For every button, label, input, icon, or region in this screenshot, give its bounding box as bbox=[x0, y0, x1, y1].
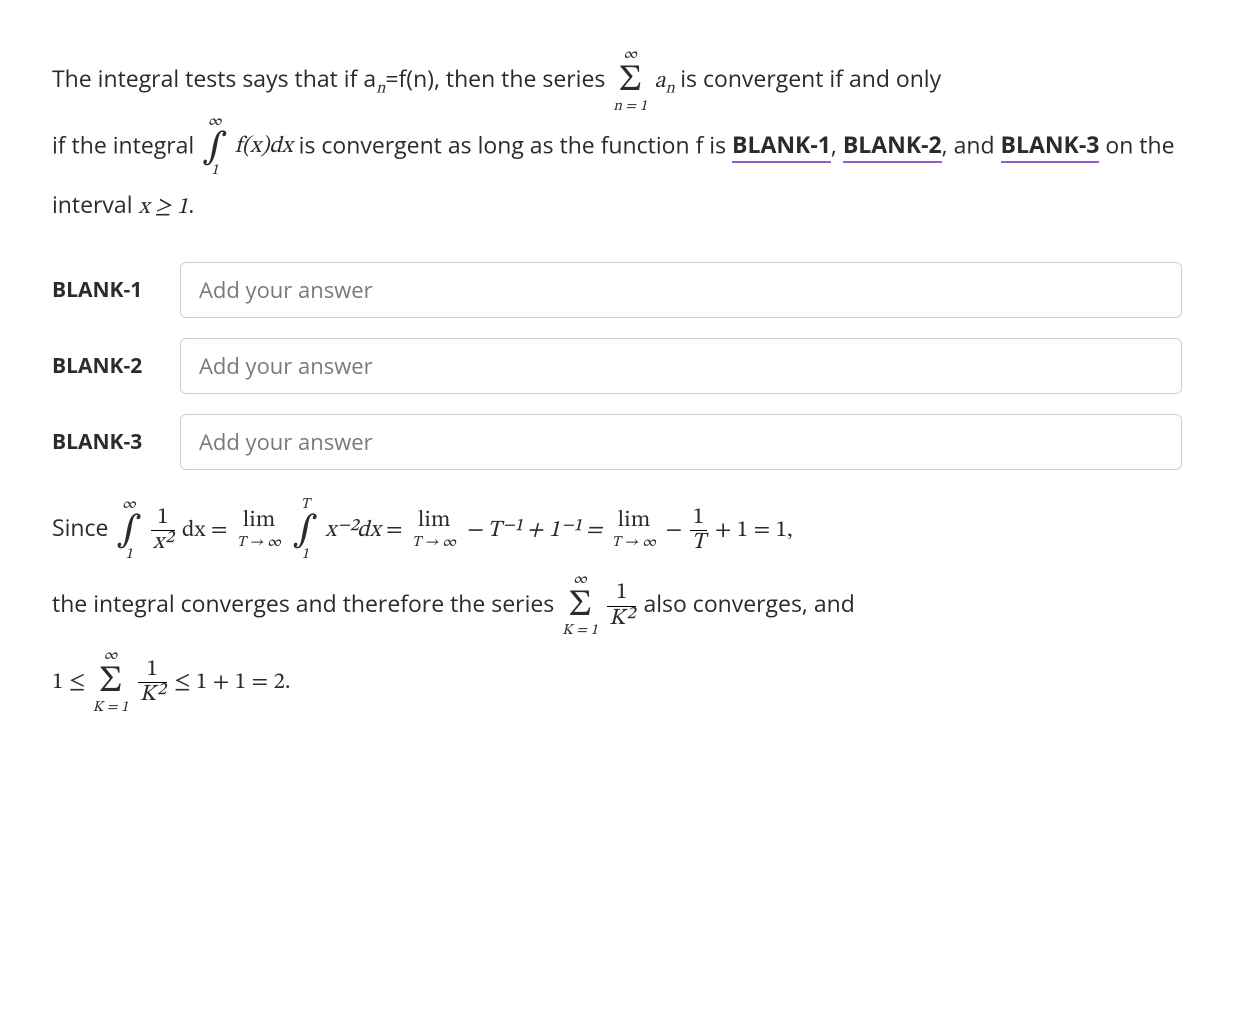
derivation-expr: ∞ ∫ 1 1 x² dx = lim T → ∞ T ∫ 1 x⁻²dx = … bbox=[114, 519, 792, 542]
sum-lower: n = 1 bbox=[613, 100, 647, 115]
integral-symbol: ∞ ∫ 1 bbox=[116, 498, 141, 563]
denominator: K² bbox=[607, 606, 636, 631]
blank-3-label: BLANK-3 bbox=[52, 419, 162, 465]
blank-3-input[interactable] bbox=[180, 414, 1182, 470]
integrand: x⁻²dx bbox=[325, 519, 380, 542]
sigma-icon: Σ bbox=[569, 588, 591, 625]
summation-symbol: ∞ Σ K = 1 bbox=[93, 649, 129, 716]
solution-line-3: 1 ≤ ∞ Σ K = 1 1 K² ≤ 1 + 1 = 2. bbox=[52, 649, 1182, 716]
bound-right: ≤ 1 + 1 = 2. bbox=[174, 671, 291, 694]
int-upper: T bbox=[301, 498, 310, 513]
summation-symbol: ∞ Σ n = 1 bbox=[613, 48, 647, 115]
numerator: 1 bbox=[157, 506, 168, 530]
minus: − bbox=[666, 519, 688, 542]
solution-line-2: the integral converges and therefore the… bbox=[52, 573, 1182, 640]
integral-icon: ∫ bbox=[293, 513, 318, 550]
blank-ref-1: BLANK-1 bbox=[732, 128, 831, 163]
text-fragment: the integral converges and therefore the… bbox=[52, 586, 560, 618]
int-upper: ∞ bbox=[122, 498, 136, 513]
lim-sub: T → ∞ bbox=[612, 536, 656, 551]
blank-2-label: BLANK-2 bbox=[52, 343, 162, 389]
integral-icon: ∫ bbox=[116, 513, 141, 550]
subscript: n bbox=[376, 80, 385, 96]
sum-term: an bbox=[655, 70, 675, 93]
blank-row-3: BLANK-3 bbox=[52, 414, 1182, 470]
math-inline: n bbox=[376, 70, 385, 93]
lim-sub: T → ∞ bbox=[237, 536, 281, 551]
blank-ref-3: BLANK-3 bbox=[1001, 128, 1100, 163]
text-fragment: is convergent if and only bbox=[680, 62, 941, 94]
bound-left: 1 ≤ bbox=[52, 671, 91, 694]
question-body: The integral tests says that if an=f(n),… bbox=[52, 48, 1182, 234]
numerator: 1 bbox=[693, 506, 704, 530]
mid-expr: − T⁻¹ + 1⁻¹ = bbox=[466, 519, 608, 542]
text-fragment: is convergent as long as the function f … bbox=[299, 128, 732, 160]
series-expr: ∞ Σ K = 1 1 K² bbox=[560, 594, 643, 617]
lim-sub: T → ∞ bbox=[412, 536, 456, 551]
denominator: T bbox=[690, 530, 708, 555]
integral-icon: ∫ bbox=[202, 130, 227, 167]
text-fragment: also converges, and bbox=[643, 586, 854, 618]
text-fragment: if the integral bbox=[52, 128, 200, 160]
numerator: 1 bbox=[616, 581, 627, 605]
lim-label: lim bbox=[243, 509, 276, 532]
integrand: f(x)dx bbox=[235, 122, 293, 173]
sum-expression: ∞ Σ n = 1 an bbox=[611, 70, 680, 93]
summation-symbol: ∞ Σ K = 1 bbox=[562, 573, 598, 640]
period: . bbox=[188, 188, 194, 220]
sigma-icon: Σ bbox=[619, 63, 641, 100]
separator: , and bbox=[942, 128, 1001, 160]
lim-label: lim bbox=[618, 509, 651, 532]
blank-row-1: BLANK-1 bbox=[52, 262, 1182, 318]
limit: lim T → ∞ bbox=[412, 509, 456, 551]
blank-ref-2: BLANK-2 bbox=[843, 128, 942, 163]
term-base: a bbox=[655, 70, 666, 93]
numerator: 1 bbox=[147, 658, 158, 682]
lim-label: lim bbox=[418, 509, 451, 532]
sum-lower: K = 1 bbox=[562, 624, 598, 639]
fraction: 1 T bbox=[690, 506, 708, 555]
limit: lim T → ∞ bbox=[237, 509, 281, 551]
text-fragment: The integral tests says that if a bbox=[52, 62, 376, 94]
sum-upper: ∞ bbox=[103, 649, 117, 664]
blank-1-label: BLANK-1 bbox=[52, 267, 162, 313]
dx-equals: dx = bbox=[182, 519, 233, 542]
blanks-group: BLANK-1 BLANK-2 BLANK-3 bbox=[52, 262, 1182, 470]
sum-upper: ∞ bbox=[623, 48, 637, 63]
limit: lim T → ∞ bbox=[612, 509, 656, 551]
denominator: K² bbox=[138, 682, 167, 707]
tail-expr: + 1 = 1, bbox=[715, 519, 793, 542]
blank-2-input[interactable] bbox=[180, 338, 1182, 394]
text-fragment: =f(n), then the series bbox=[385, 62, 611, 94]
int-lower: 1 bbox=[211, 164, 218, 179]
sum-lower: K = 1 bbox=[93, 701, 129, 716]
sigma-icon: Σ bbox=[99, 664, 121, 701]
integral-symbol: ∞ ∫ 1 bbox=[202, 115, 227, 180]
integral-symbol: T ∫ 1 bbox=[293, 498, 318, 563]
integral-expression: ∞ ∫ 1 f(x)dx bbox=[200, 115, 293, 180]
fraction: 1 x² bbox=[151, 506, 175, 555]
term-sub: n bbox=[666, 80, 675, 96]
int-lower: 1 bbox=[125, 548, 132, 563]
since-label: Since bbox=[52, 511, 114, 543]
denominator: x² bbox=[151, 530, 175, 555]
solution-block: Since ∞ ∫ 1 1 x² dx = lim T → ∞ T ∫ 1 x⁻… bbox=[52, 498, 1182, 716]
interval-expr: x ≥ 1 bbox=[138, 196, 188, 219]
fraction: 1 K² bbox=[138, 658, 167, 707]
fraction: 1 K² bbox=[607, 581, 636, 630]
int-upper: ∞ bbox=[208, 115, 222, 130]
equals: = bbox=[386, 519, 408, 542]
sum-upper: ∞ bbox=[573, 573, 587, 588]
solution-line-1: Since ∞ ∫ 1 1 x² dx = lim T → ∞ T ∫ 1 x⁻… bbox=[52, 498, 1182, 563]
bound-expr: 1 ≤ ∞ Σ K = 1 1 K² ≤ 1 + 1 = 2. bbox=[52, 671, 290, 694]
separator: , bbox=[831, 128, 843, 160]
blank-row-2: BLANK-2 bbox=[52, 338, 1182, 394]
int-lower: 1 bbox=[302, 548, 309, 563]
blank-1-input[interactable] bbox=[180, 262, 1182, 318]
